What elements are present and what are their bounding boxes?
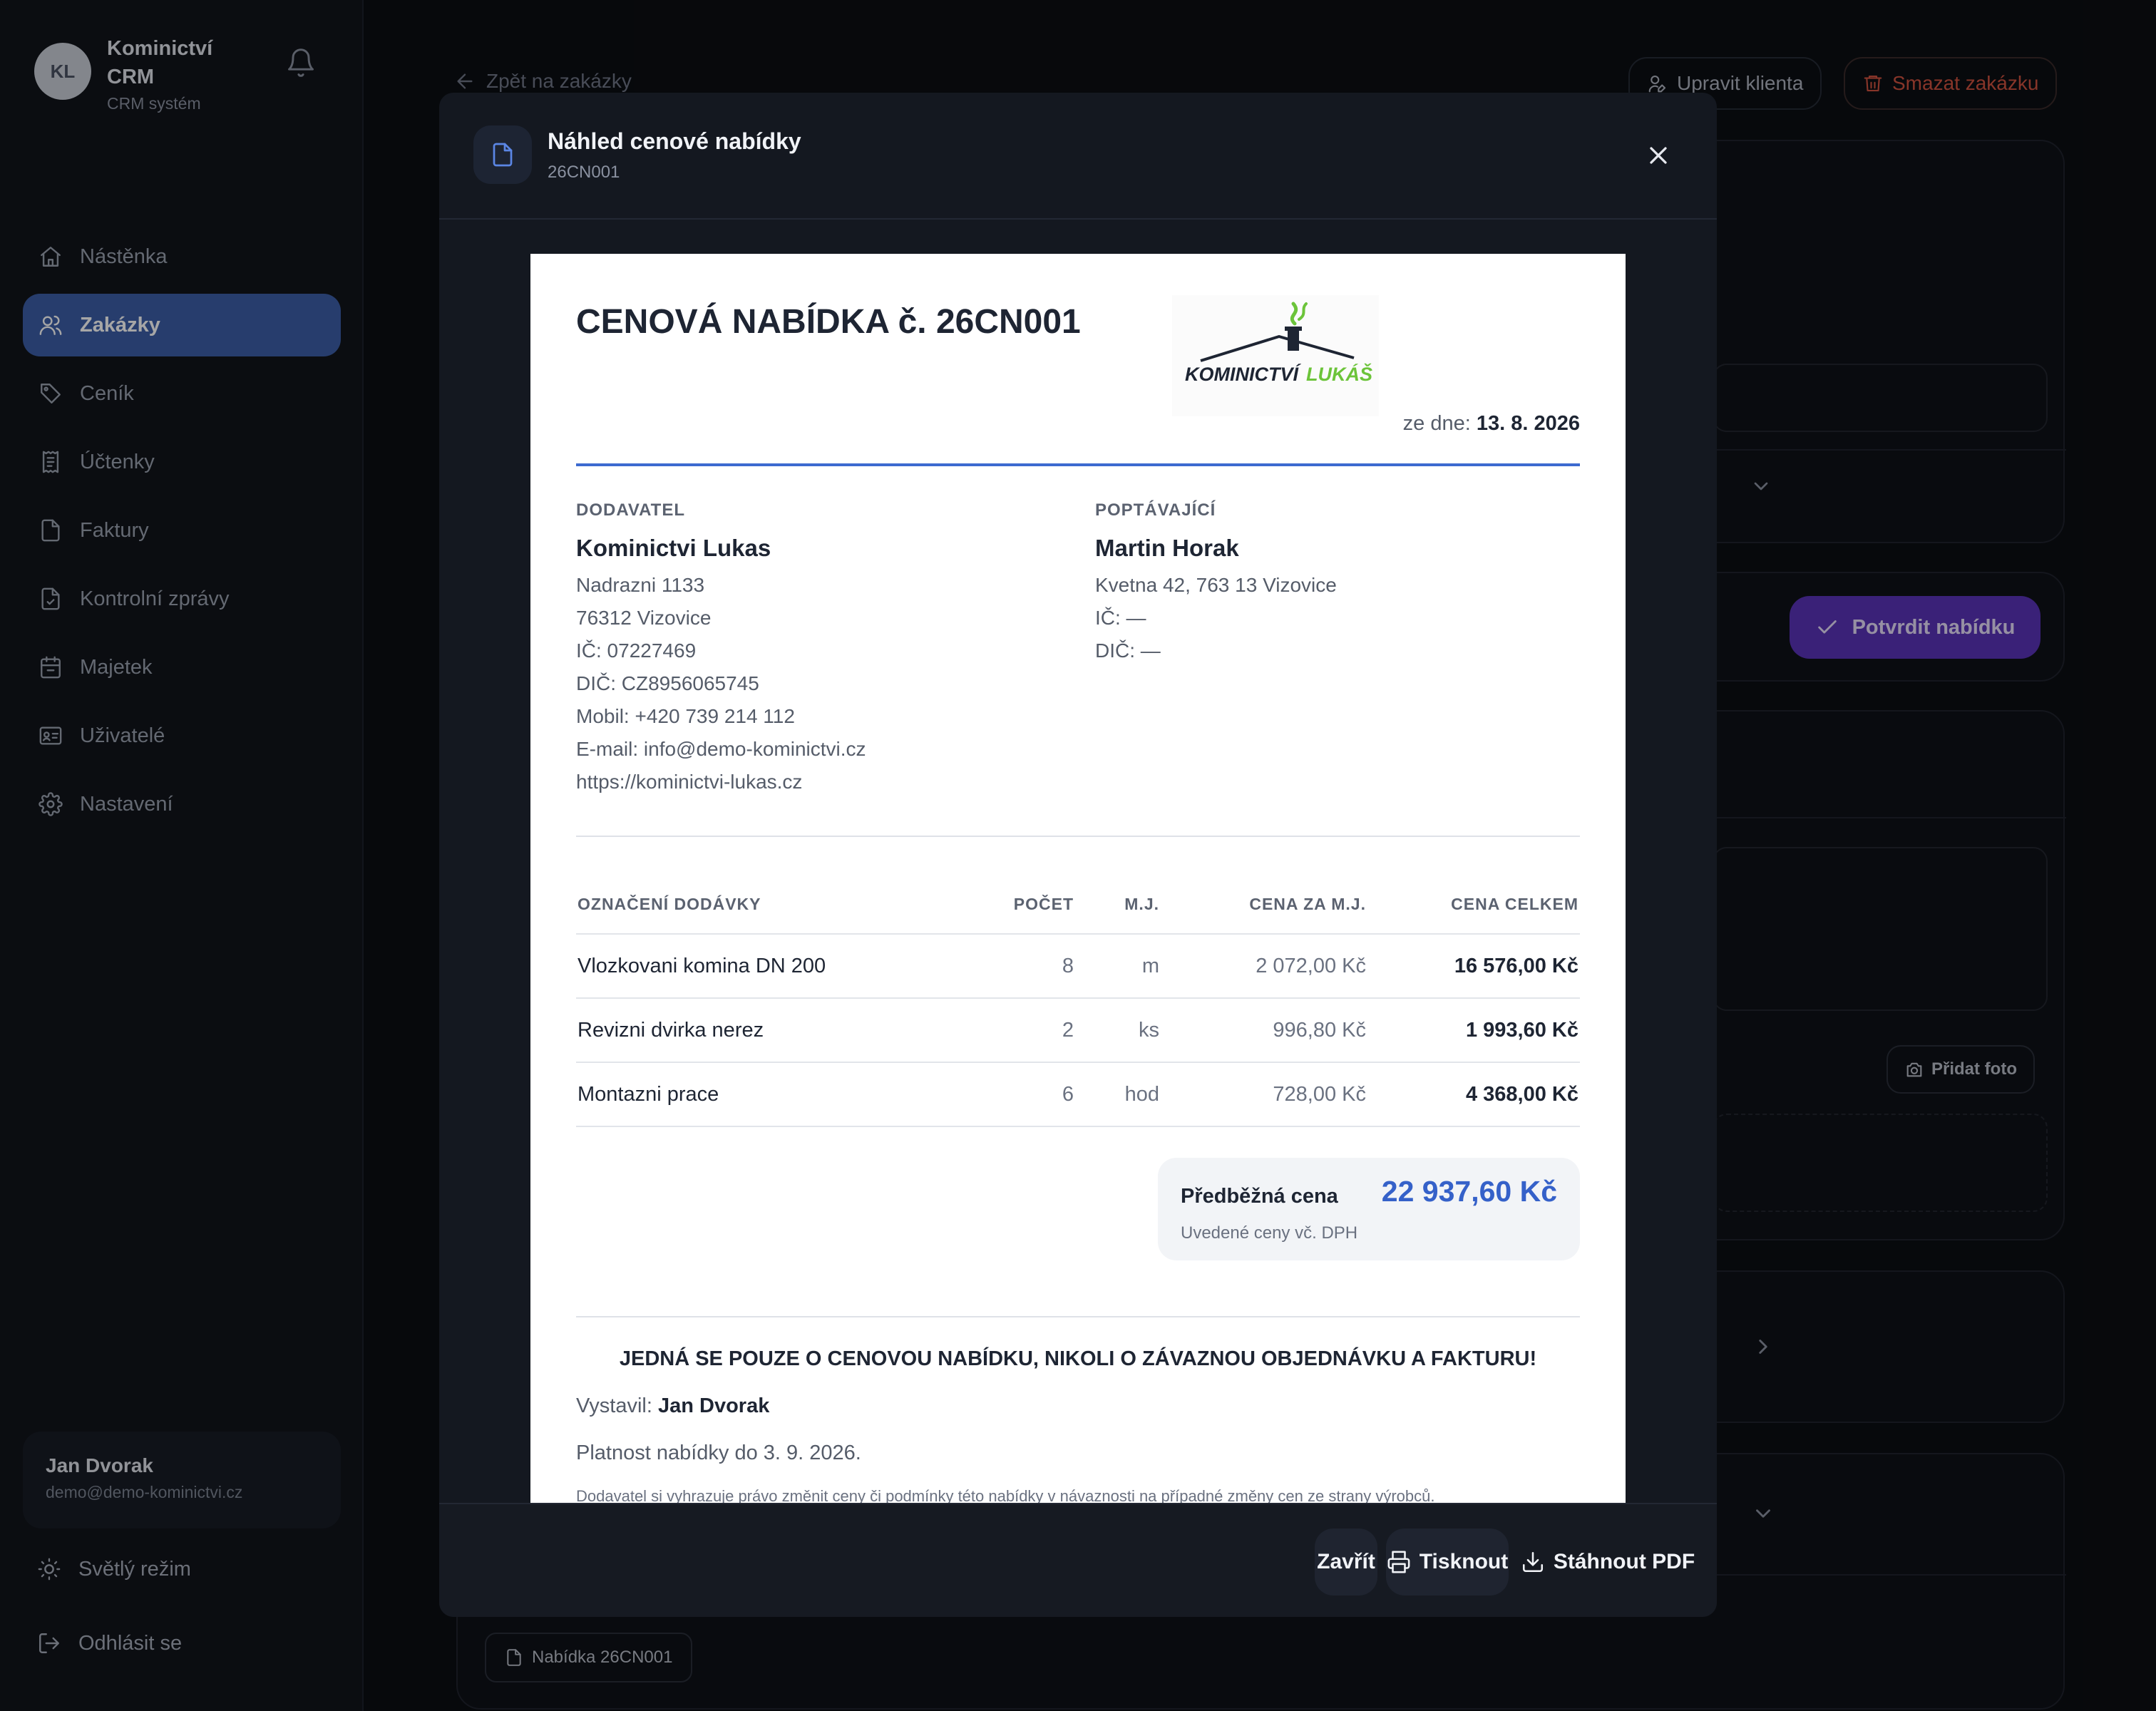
item-qty: 2	[975, 998, 1075, 1063]
col-item: OZNAČENÍ DODÁVKY	[576, 875, 975, 935]
item-unit: m	[1075, 934, 1161, 999]
modal-header: Náhled cenové nabídky 26CN001	[439, 93, 1717, 220]
item-name: Vlozkovani komina DN 200	[576, 934, 975, 999]
item-name: Revizni dvirka nerez	[576, 998, 975, 1063]
modal-body[interactable]: CENOVÁ NABÍDKA č. 26CN001 KOMINICTVÍ LUK…	[439, 221, 1717, 1596]
header-rule	[576, 463, 1580, 466]
print-button[interactable]: Tisknout	[1386, 1528, 1509, 1596]
offer-preview-modal: Náhled cenové nabídky 26CN001 CENOVÁ NAB…	[439, 93, 1717, 1617]
supplier-name: Kominictvi Lukas	[576, 535, 771, 561]
customer-ic: IČ: —	[1095, 607, 1146, 629]
item-qty: 8	[975, 934, 1075, 999]
supplier-ic: IČ: 07227469	[576, 639, 697, 662]
item-total: 16 576,00 Kč	[1367, 934, 1580, 999]
customer-name: Martin Horak	[1095, 535, 1239, 561]
download-icon	[1521, 1550, 1545, 1574]
close-button[interactable]: Zavřít	[1315, 1528, 1377, 1596]
printer-icon	[1387, 1550, 1411, 1574]
supplier-web: https://kominictvi-lukas.cz	[576, 771, 803, 793]
col-qty: POČET	[975, 875, 1075, 935]
section-divider	[576, 836, 1580, 837]
date-label: ze dne:	[1402, 412, 1471, 435]
close-button-label: Zavřít	[1317, 1550, 1375, 1573]
supplier-address: Nadrazni 1133	[576, 574, 705, 596]
item-unit: hod	[1075, 1062, 1161, 1127]
item-unit: ks	[1075, 998, 1161, 1063]
modal-title: Náhled cenové nabídky	[548, 128, 801, 154]
offer-document: CENOVÁ NABÍDKA č. 26CN001 KOMINICTVÍ LUK…	[530, 254, 1626, 1596]
item-qty: 6	[975, 1062, 1075, 1127]
customer-dic: DIČ: —	[1095, 639, 1161, 662]
download-pdf-button[interactable]: Stáhnout PDF	[1519, 1528, 1697, 1596]
item-unit-price: 728,00 Kč	[1161, 1062, 1367, 1127]
item-total: 1 993,60 Kč	[1367, 998, 1580, 1063]
summary-label: Předběžná cena	[1181, 1185, 1338, 1208]
customer-block: POPTÁVAJÍCÍ Martin Horak Kvetna 42, 763 …	[1095, 500, 1580, 667]
issued-label: Vystavil:	[576, 1394, 652, 1417]
modal-subtitle: 26CN001	[548, 163, 620, 182]
item-total: 4 368,00 Kč	[1367, 1062, 1580, 1127]
non-binding-warning: JEDNÁ SE POUZE O CENOVOU NABÍDKU, NIKOLI…	[619, 1347, 1537, 1370]
item-unit-price: 996,80 Kč	[1161, 998, 1367, 1063]
price-summary: Předběžná cena 22 937,60 Kč Uvedené ceny…	[1158, 1158, 1580, 1260]
table-row: Vlozkovani komina DN 200 8 m 2 072,00 Kč…	[576, 934, 1580, 999]
supplier-label: DODAVATEL	[576, 500, 685, 520]
summary-value: 22 937,60 Kč	[1381, 1175, 1557, 1208]
items-table: OZNAČENÍ DODÁVKY POČET M.J. CENA ZA M.J.…	[576, 875, 1580, 1127]
summary-note: Uvedené ceny vč. DPH	[1181, 1223, 1358, 1243]
close-icon[interactable]	[1644, 141, 1673, 170]
supplier-city: 76312 Vizovice	[576, 607, 712, 629]
modal-footer: Zavřít Tisknout Stáhnout PDF	[439, 1503, 1717, 1617]
supplier-block: DODAVATEL Kominictvi Lukas Nadrazni 1133…	[576, 500, 1061, 798]
customer-address: Kvetna 42, 763 13 Vizovice	[1095, 574, 1337, 596]
svg-text:LUKÁŠ: LUKÁŠ	[1306, 363, 1372, 385]
company-logo: KOMINICTVÍ LUKÁŠ	[1172, 295, 1379, 416]
document-title: CENOVÁ NABÍDKA č. 26CN001	[576, 303, 1081, 341]
customer-label: POPTÁVAJÍCÍ	[1095, 500, 1216, 520]
table-row: Revizni dvirka nerez 2 ks 996,80 Kč 1 99…	[576, 998, 1580, 1063]
print-label: Tisknout	[1419, 1550, 1509, 1573]
table-row: Montazni prace 6 hod 728,00 Kč 4 368,00 …	[576, 1062, 1580, 1127]
col-unit-price: CENA ZA M.J.	[1161, 875, 1367, 935]
date-value: 13. 8. 2026	[1476, 412, 1580, 435]
supplier-mobile: Mobil: +420 739 214 112	[576, 705, 795, 727]
item-unit-price: 2 072,00 Kč	[1161, 934, 1367, 999]
document-date: ze dne: 13. 8. 2026	[1403, 412, 1580, 436]
table-header-row: OZNAČENÍ DODÁVKY POČET M.J. CENA ZA M.J.…	[576, 875, 1580, 935]
document-icon	[473, 125, 532, 184]
offer-validity: Platnost nabídky do 3. 9. 2026.	[576, 1442, 861, 1464]
svg-text:KOMINICTVÍ: KOMINICTVÍ	[1185, 363, 1301, 385]
item-name: Montazni prace	[576, 1062, 975, 1127]
supplier-dic: DIČ: CZ8956065745	[576, 672, 759, 694]
issued-by: Vystavil: Jan Dvorak	[576, 1394, 769, 1418]
download-label: Stáhnout PDF	[1553, 1550, 1695, 1573]
issued-name: Jan Dvorak	[657, 1394, 770, 1417]
col-unit: M.J.	[1075, 875, 1161, 935]
supplier-email: E-mail: info@demo-kominictvi.cz	[576, 738, 866, 760]
section-divider	[576, 1316, 1580, 1317]
col-total: CENA CELKEM	[1367, 875, 1580, 935]
